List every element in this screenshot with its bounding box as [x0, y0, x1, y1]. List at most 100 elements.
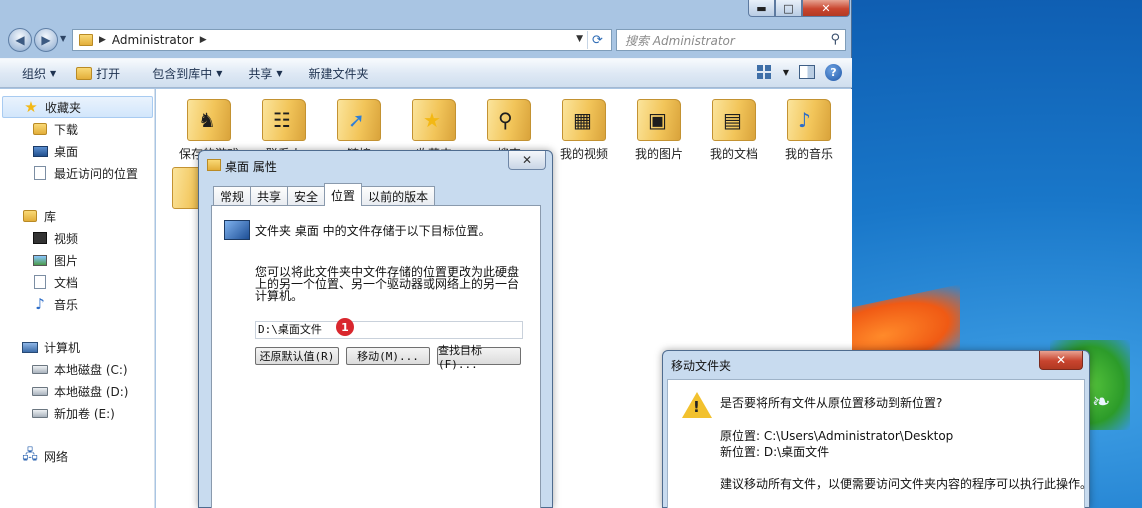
include-library-button[interactable]: 包含到库中 ▼	[130, 59, 232, 87]
downloads-folder-icon	[33, 123, 47, 135]
nav-drive-e[interactable]: 新加卷 (E:)	[0, 402, 155, 424]
close-button[interactable]: ✕	[1039, 351, 1083, 370]
address-bar[interactable]: ▶ Administrator ▶ ▼ ⟳	[72, 29, 612, 51]
step-badge: 1	[336, 318, 354, 336]
location-description: 您可以将此文件夹中文件存储的位置更改为此硬盘上的另一个位置、另一个驱动器或网络上…	[255, 265, 520, 303]
back-button[interactable]: ◀	[8, 28, 32, 52]
open-button[interactable]: 打开	[66, 59, 130, 87]
music-icon: ♪	[35, 295, 45, 313]
nav-computer[interactable]: 计算机	[0, 336, 155, 358]
location-intro: 文件夹 桌面 中的文件存储于以下目标位置。	[255, 224, 491, 238]
drive-icon	[32, 408, 48, 418]
refresh-icon[interactable]: ⟳	[587, 31, 607, 49]
nav-pictures[interactable]: 图片	[0, 249, 155, 271]
tab-sharing[interactable]: 共享	[250, 186, 289, 206]
folder-icon	[79, 34, 93, 46]
find-target-button[interactable]: 查找目标(F)...	[437, 344, 521, 371]
include-library-label: 包含到库中	[152, 66, 213, 81]
close-icon: ✕	[521, 153, 533, 167]
folder-item-my-music[interactable]: ♪ 我的音乐	[772, 93, 846, 163]
nav-desktop[interactable]: 桌面	[0, 140, 155, 162]
nav-label: 文档	[54, 275, 79, 290]
close-button[interactable]: ✕	[802, 0, 850, 17]
target-path-input[interactable]: D:\桌面文件	[255, 321, 523, 339]
favorites-folder-icon: ★	[412, 99, 456, 141]
folder-item-my-documents[interactable]: ▤ 我的文档	[697, 93, 771, 163]
close-icon: ✕	[1055, 353, 1067, 367]
back-arrow-icon: ◀	[15, 33, 25, 47]
file-name: 我的音乐	[784, 147, 833, 161]
folder-item-my-pictures[interactable]: ▣ 我的图片	[622, 93, 696, 163]
nav-label: 本地磁盘 (D:)	[54, 384, 129, 399]
nav-downloads[interactable]: 下载	[0, 118, 155, 140]
tab-strip: 常规 共享 安全 位置 以前的版本	[213, 183, 436, 206]
picture-icon	[33, 254, 47, 266]
nav-label: 桌面	[54, 144, 79, 159]
music-folder-icon: ♪	[787, 99, 831, 141]
restore-default-button[interactable]: 还原默认值(R)	[255, 347, 339, 365]
nav-documents[interactable]: 文档	[0, 271, 155, 293]
library-icon	[23, 210, 37, 222]
folder-item-my-videos[interactable]: ▦ 我的视频	[547, 93, 621, 163]
navigation-pane: ★ 收藏夹 下载 桌面 最近访问的位置 库 视频 图片 文档 ♪ 音乐 计算机 本地…	[0, 89, 155, 508]
search-input[interactable]: 搜索 Administrator ⚲	[616, 29, 846, 51]
breadcrumb-separator-icon[interactable]: ▶	[200, 35, 207, 45]
address-dropdown-icon[interactable]: ▼	[576, 34, 583, 44]
minimize-icon: ▬	[756, 1, 767, 15]
tab-general[interactable]: 常规	[213, 186, 252, 206]
dialog-title: 桌面 属性	[225, 160, 277, 174]
close-button[interactable]: ✕	[508, 151, 546, 170]
history-dropdown-icon[interactable]: ▼	[60, 34, 66, 43]
nav-videos[interactable]: 视频	[0, 227, 155, 249]
view-options-icon[interactable]	[755, 63, 773, 81]
search-placeholder: 搜索 Administrator	[625, 33, 735, 48]
new-folder-button[interactable]: 新建文件夹	[293, 59, 379, 87]
nav-label: 网络	[44, 449, 69, 464]
share-button[interactable]: 共享 ▼	[232, 59, 292, 87]
move-button[interactable]: 移动(M)...	[346, 347, 430, 365]
recent-places-icon	[34, 166, 46, 180]
pictures-folder-icon: ▣	[637, 99, 681, 141]
address-row: ◀ ▶ ▼ ▶ Administrator ▶ ▼ ⟳ 搜索 Administr…	[0, 26, 852, 54]
preview-pane-icon[interactable]	[799, 65, 815, 79]
search-icon[interactable]: ⚲	[830, 32, 840, 47]
tab-location[interactable]: 位置	[324, 183, 363, 206]
breadcrumb-separator-icon[interactable]: ▶	[99, 35, 106, 45]
favorites-group: ★ 收藏夹 下载 桌面 最近访问的位置	[0, 96, 155, 184]
nav-label: 音乐	[54, 297, 79, 312]
chevron-down-icon: ▼	[276, 68, 283, 78]
organize-button[interactable]: 组织 ▼	[0, 59, 66, 87]
tab-previous-versions[interactable]: 以前的版本	[361, 186, 436, 206]
breadcrumb-administrator[interactable]: Administrator	[112, 33, 194, 47]
command-bar: 组织 ▼ 打开 包含到库中 ▼ 共享 ▼ 新建文件夹 ▼ ?	[0, 58, 852, 88]
nav-label: 图片	[54, 253, 79, 268]
nav-label: 新加卷 (E:)	[54, 406, 115, 421]
file-name: 我的图片	[634, 147, 683, 161]
dialog-title: 移动文件夹	[671, 359, 732, 373]
nav-libraries[interactable]: 库	[0, 205, 155, 227]
libraries-group: 库 视频 图片 文档 ♪ 音乐	[0, 205, 155, 315]
nav-music[interactable]: ♪ 音乐	[0, 293, 155, 315]
nav-drive-c[interactable]: 本地磁盘 (C:)	[0, 358, 155, 380]
star-icon: ★	[24, 98, 38, 116]
new-folder-label: 新建文件夹	[308, 66, 369, 81]
desktop-properties-dialog: 桌面 属性 ✕ 常规 共享 安全 位置 以前的版本 文件夹 桌面 中的文件存储于…	[198, 150, 553, 508]
nav-recent-places[interactable]: 最近访问的位置	[0, 162, 155, 184]
computer-group: 计算机 本地磁盘 (C:) 本地磁盘 (D:) 新加卷 (E:)	[0, 336, 155, 424]
nav-favorites[interactable]: ★ 收藏夹	[2, 96, 153, 118]
video-icon	[33, 232, 47, 244]
drive-icon	[32, 386, 48, 396]
nav-network[interactable]: 🖧 网络	[0, 445, 155, 467]
nav-label: 计算机	[44, 340, 81, 355]
minimize-button[interactable]: ▬	[748, 0, 775, 17]
help-icon[interactable]: ?	[825, 63, 842, 81]
window-controls: ▬ □ ✕	[748, 0, 850, 18]
view-dropdown-icon[interactable]: ▼	[783, 68, 789, 77]
forward-button[interactable]: ▶	[34, 28, 58, 52]
share-label: 共享	[248, 66, 273, 81]
tab-security[interactable]: 安全	[287, 186, 326, 206]
maximize-button[interactable]: □	[775, 0, 802, 17]
computer-icon	[22, 341, 38, 353]
move-advice: 建议移动所有文件，以便需要访问文件夹内容的程序可以执行此操作。	[720, 477, 1093, 491]
nav-drive-d[interactable]: 本地磁盘 (D:)	[0, 380, 155, 402]
